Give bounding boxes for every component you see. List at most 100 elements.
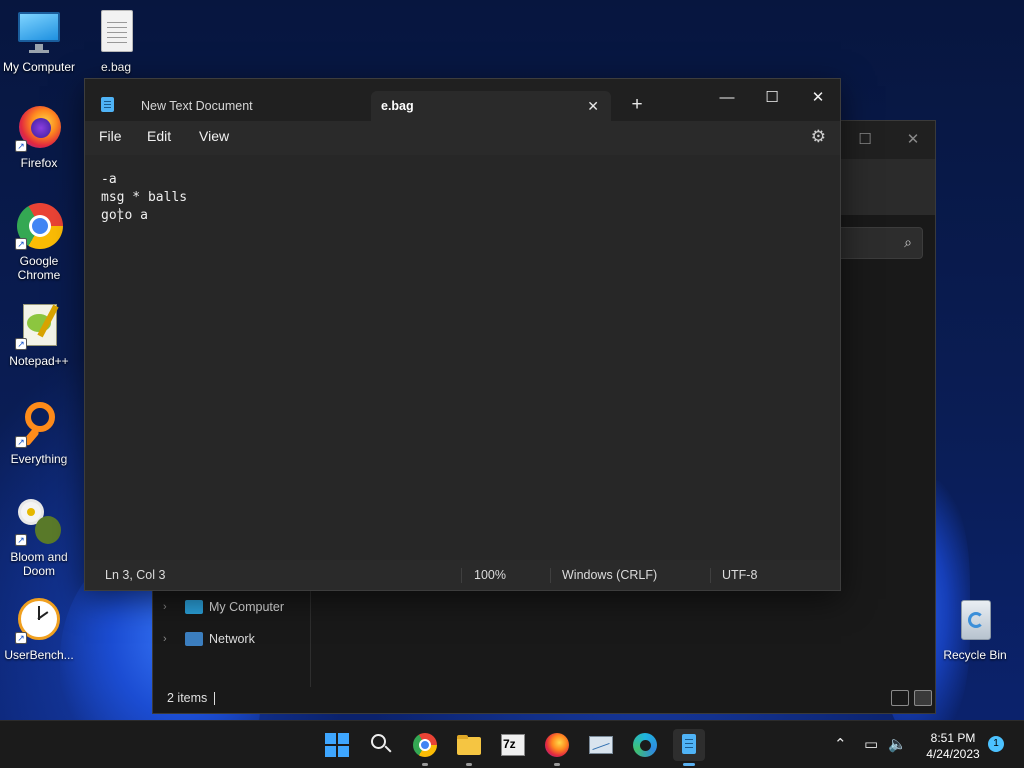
desktop-icon-notepad-plus-plus[interactable]: ↗ Notepad++: [0, 302, 78, 368]
taskbar: 7z ⌃ ▭ 🔈 8:51 PM 4/24/2023 1: [0, 720, 1024, 768]
status-separator: [214, 692, 215, 705]
desktop-icon-everything[interactable]: ↗ Everything: [0, 400, 78, 466]
editor-line: goto a: [101, 208, 148, 223]
firefox-icon[interactable]: [541, 729, 573, 766]
menu-edit[interactable]: Edit: [147, 128, 171, 144]
notepad-icon: [101, 97, 114, 112]
status-divider: [461, 568, 462, 583]
tab-e-bag[interactable]: e.bag ✕: [371, 91, 611, 121]
status-divider: [710, 568, 711, 583]
tab-label: e.bag: [381, 99, 414, 113]
volume-icon[interactable]: 🔈: [888, 735, 907, 753]
recycle-bin-icon: [951, 596, 999, 644]
minimize-button[interactable]: —: [704, 83, 750, 113]
chrome-icon[interactable]: [409, 729, 441, 766]
desktop-icon-label: Everything: [10, 452, 68, 466]
desktop-icon-label: Recycle Bin: [943, 648, 1007, 662]
menu-view[interactable]: View: [199, 128, 229, 144]
nav-item-network[interactable]: › Network: [163, 627, 255, 651]
clock-time: 8:51 PM: [930, 731, 976, 745]
shortcut-arrow-icon: ↗: [15, 140, 27, 152]
shortcut-arrow-icon: ↗: [15, 436, 27, 448]
editor-line: msg * balls: [101, 190, 188, 205]
desktop-icon-bloom-and-doom[interactable]: ↗ Bloom and Doom: [0, 498, 78, 578]
start-icon[interactable]: [321, 729, 353, 761]
tab-label: New Text Document: [141, 99, 253, 113]
clock-date: 4/24/2023: [926, 747, 980, 761]
running-indicator: [683, 763, 695, 766]
system-clock[interactable]: 8:51 PM 4/24/2023: [918, 730, 988, 762]
text-editor[interactable]: -a msg * balls goto a: [85, 155, 840, 561]
status-divider: [550, 568, 551, 583]
cursor-position: Ln 3, Col 3: [105, 568, 166, 582]
running-indicator: [466, 763, 472, 766]
firefox-icon: ↗: [15, 104, 63, 152]
chrome-icon: ↗: [15, 202, 63, 250]
desktop-icon-label: Notepad++: [9, 354, 69, 368]
new-tab-button[interactable]: +: [625, 94, 649, 118]
notepad-status-bar: Ln 3, Col 3 100% Windows (CRLF) UTF-8: [85, 560, 840, 590]
line-ending: Windows (CRLF): [562, 568, 658, 582]
desktop-icon-label: My Computer: [2, 60, 76, 74]
notepad-titlebar[interactable]: New Text Document e.bag ✕ + — ☐ ✕: [85, 79, 840, 121]
desktop-icon-firefox[interactable]: ↗ Firefox: [0, 104, 78, 170]
monitor-icon: [185, 600, 203, 614]
menu-file[interactable]: File: [99, 128, 122, 144]
search-icon[interactable]: ⌕: [904, 234, 912, 251]
close-button[interactable]: ✕: [795, 83, 841, 113]
explorer-close-button[interactable]: ✕: [893, 127, 933, 153]
notepad-icon[interactable]: [673, 729, 705, 766]
close-tab-icon[interactable]: ✕: [587, 91, 599, 121]
text-cursor: [119, 208, 120, 222]
desktop-icon-recycle-bin[interactable]: Recycle Bin: [936, 596, 1014, 662]
text-file-icon: [92, 8, 140, 56]
gear-icon[interactable]: ⚙: [811, 127, 826, 147]
desktop-icon-e-bag[interactable]: e.bag: [77, 8, 155, 74]
details-view-icon[interactable]: [891, 690, 909, 706]
notepad-menubar: File Edit View ⚙: [85, 121, 840, 155]
chevron-right-icon[interactable]: ›: [163, 601, 177, 613]
nav-item-my-computer[interactable]: › My Computer: [163, 595, 284, 619]
notepad-window[interactable]: New Text Document e.bag ✕ + — ☐ ✕ File E…: [84, 78, 841, 591]
desktop-icon-label: Bloom and Doom: [10, 550, 68, 578]
desktop-icon-label: Firefox: [20, 156, 58, 170]
item-count: 2 items: [167, 691, 208, 705]
nav-item-label: My Computer: [209, 600, 285, 614]
bloom-and-doom-icon: ↗: [15, 498, 63, 546]
maximize-button[interactable]: ☐: [749, 83, 795, 113]
shortcut-arrow-icon: ↗: [15, 534, 27, 546]
file-explorer-icon[interactable]: [453, 729, 485, 766]
task-manager-icon[interactable]: [585, 729, 617, 761]
shortcut-arrow-icon: ↗: [15, 238, 27, 250]
network-icon[interactable]: ▭: [864, 735, 878, 753]
explorer-navigation-pane: › My Computer › Network: [153, 591, 311, 687]
desktop-icon-label: Google Chrome: [17, 254, 61, 282]
notification-badge[interactable]: 1: [988, 736, 1004, 752]
network-icon: [185, 632, 203, 646]
7zip-icon[interactable]: 7z: [497, 729, 529, 761]
notepad-plus-plus-icon: ↗: [15, 302, 63, 350]
zoom-level: 100%: [474, 568, 506, 582]
chevron-right-icon[interactable]: ›: [163, 633, 177, 645]
encoding: UTF-8: [722, 568, 758, 582]
running-indicator: [554, 763, 560, 766]
tab-new-text-document[interactable]: New Text Document: [129, 91, 369, 121]
chevron-up-icon[interactable]: ⌃: [834, 735, 847, 753]
nav-item-label: Network: [209, 632, 255, 646]
explorer-maximize-button[interactable]: ☐: [845, 127, 885, 153]
desktop-icon-chrome[interactable]: ↗ Google Chrome: [0, 202, 78, 282]
edge-icon[interactable]: [629, 729, 661, 761]
desktop-icon-userbenchmark[interactable]: ↗ UserBench...: [0, 596, 78, 662]
desktop-icon-label: UserBench...: [4, 648, 74, 662]
shortcut-arrow-icon: ↗: [15, 338, 27, 350]
running-indicator: [422, 763, 428, 766]
explorer-status-bar: 2 items: [153, 685, 935, 713]
monitor-icon: [15, 8, 63, 56]
desktop-icon-my-computer[interactable]: My Computer: [0, 8, 78, 74]
editor-line: -a: [101, 172, 117, 187]
search-icon[interactable]: [365, 729, 397, 761]
tiles-view-icon[interactable]: [914, 690, 932, 706]
shortcut-arrow-icon: ↗: [15, 632, 27, 644]
7zip-label: 7z: [503, 737, 516, 751]
stopwatch-icon: ↗: [15, 596, 63, 644]
